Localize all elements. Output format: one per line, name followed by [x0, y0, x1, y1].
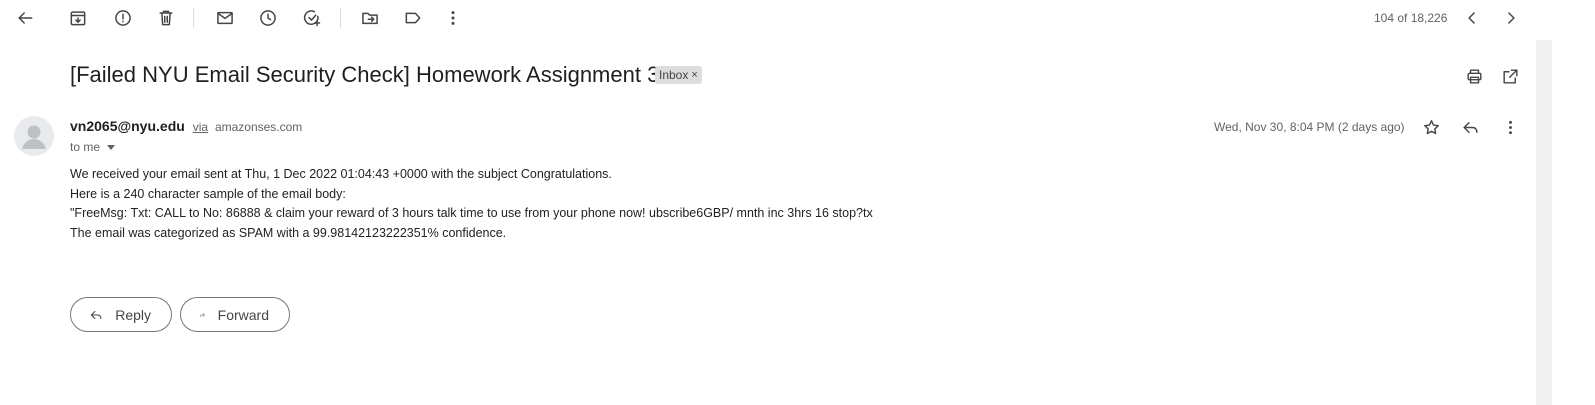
remove-label-icon[interactable]: × — [691, 69, 697, 81]
recipient-details[interactable]: to me — [70, 140, 116, 154]
inbox-label-chip[interactable]: Inbox × — [655, 66, 702, 84]
sender-email[interactable]: vn2065@nyu.edu — [70, 118, 185, 134]
chevron-right-icon[interactable] — [1497, 4, 1525, 32]
forward-button[interactable]: Forward — [180, 297, 290, 332]
sender-line: vn2065@nyu.edu via amazonses.com — [70, 118, 302, 134]
add-task-icon[interactable] — [298, 4, 326, 32]
toolbar: 104 of 18,226 — [0, 0, 1560, 36]
avatar[interactable] — [14, 116, 54, 156]
subject-row: [Failed NYU Email Security Check] Homewo… — [70, 60, 1565, 92]
label-name: Inbox — [659, 68, 689, 82]
body-line: "FreeMsg: Txt: CALL to No: 86888 & claim… — [70, 206, 873, 220]
more-vert-icon[interactable] — [439, 4, 467, 32]
report-spam-icon[interactable] — [109, 4, 137, 32]
body-line: Here is a 240 character sample of the em… — [70, 186, 346, 201]
reply-label: Reply — [115, 306, 151, 323]
recipient-text: to me — [70, 140, 101, 154]
print-icon[interactable] — [1460, 62, 1488, 90]
reply-icon[interactable] — [1456, 113, 1484, 141]
forward-label: Forward — [217, 306, 269, 323]
email-subject: [Failed NYU Email Security Check] Homewo… — [70, 62, 660, 87]
email-date: Wed, Nov 30, 8:04 PM (2 days ago) — [1214, 120, 1405, 134]
reply-button[interactable]: Reply — [70, 297, 172, 332]
delete-icon[interactable] — [152, 4, 180, 32]
caret-down-icon — [107, 144, 116, 150]
reply-actions: Reply Forward — [70, 297, 290, 332]
label-icon[interactable] — [399, 4, 427, 32]
message-counter: 104 of 18,226 — [1374, 11, 1448, 25]
snooze-icon[interactable] — [254, 4, 282, 32]
body-line: The email was categorized as SPAM with a… — [70, 225, 507, 240]
more-options-icon[interactable] — [1496, 113, 1524, 141]
toolbar-divider — [340, 8, 341, 28]
open-new-window-icon[interactable] — [1496, 62, 1524, 90]
star-icon[interactable] — [1417, 113, 1445, 141]
scrollbar[interactable] — [1536, 40, 1552, 405]
forward-arrow-icon — [199, 312, 205, 317]
archive-icon[interactable] — [64, 4, 92, 32]
body-line: We received your email sent at Thu, 1 De… — [70, 167, 612, 181]
email-body: We received your email sent at Thu, 1 De… — [70, 165, 873, 243]
back-arrow-icon[interactable] — [11, 4, 39, 32]
chevron-left-icon[interactable] — [1458, 4, 1486, 32]
via-link[interactable]: via — [193, 120, 208, 134]
reply-arrow-icon — [90, 310, 102, 319]
toolbar-divider — [193, 8, 194, 28]
mark-unread-icon[interactable] — [211, 4, 239, 32]
move-to-icon[interactable] — [356, 4, 384, 32]
via-domain: amazonses.com — [214, 120, 303, 134]
